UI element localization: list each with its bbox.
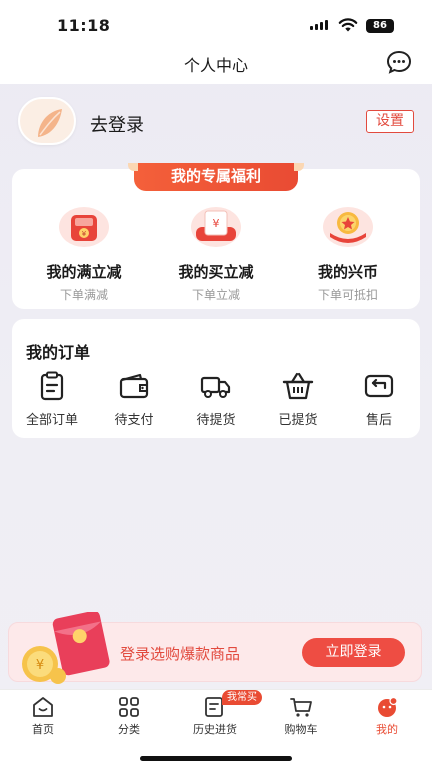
tab-cart[interactable]: 购物车 (266, 696, 336, 737)
welfare-title: 我的满立减 (46, 263, 122, 281)
order-unpaid[interactable]: 待支付 (94, 371, 174, 428)
wifi-icon (338, 18, 358, 32)
order-label: 待支付 (114, 413, 154, 428)
basket-icon (282, 372, 314, 400)
cart-icon (290, 698, 312, 717)
clipboard-icon (40, 371, 64, 401)
battery-icon: 86 (366, 19, 394, 33)
login-now-button[interactable]: 立即登录 (302, 638, 405, 667)
tab-label: 分类 (118, 723, 140, 736)
coin-icon (323, 207, 373, 247)
svg-text:¥: ¥ (36, 658, 44, 673)
truck-icon (200, 376, 231, 398)
order-after-sales[interactable]: 售后 (339, 371, 419, 428)
order-pending-pickup[interactable]: 待提货 (176, 371, 256, 428)
tab-label: 首页 (32, 723, 54, 736)
settings-button[interactable]: 设置 (366, 110, 414, 133)
svg-text:¥: ¥ (213, 217, 220, 230)
order-label: 全部订单 (25, 413, 78, 428)
tab-profile[interactable]: 我的 (352, 696, 422, 737)
welfare-subtitle: 下单可抵扣 (317, 288, 378, 302)
orders-title: 我的订单 (26, 343, 91, 362)
home-indicator (140, 756, 292, 761)
wallet-icon (119, 373, 149, 399)
welfare-tag: 我的专属福利 (128, 163, 304, 191)
svg-text:¥: ¥ (82, 230, 87, 238)
return-icon (364, 374, 394, 398)
tab-label: 我的 (376, 723, 398, 736)
tab-category[interactable]: 分类 (94, 696, 164, 737)
login-link[interactable]: 去登录 (90, 111, 144, 137)
banner-text: 登录选购爆款商品 (120, 645, 241, 663)
orders-card: 我的订单 全部订单 待支付 待提货 已提货 售后 (12, 319, 420, 438)
welfare-card: 我的专属福利 ¥ 我的满立减 下单满减 ¥ 我的买立减 下单立减 我的兴币 下单… (12, 163, 420, 309)
welfare-item-coins[interactable]: 我的兴币 下单可抵扣 (278, 205, 418, 303)
nav-header: 个人中心 (0, 50, 432, 84)
frequent-buy-badge: 我常买 (222, 690, 262, 705)
instant-discount-icon: ¥ (191, 207, 241, 247)
category-icon (119, 697, 139, 717)
order-picked-up[interactable]: 已提货 (258, 371, 338, 428)
page-title: 个人中心 (183, 56, 248, 75)
order-all[interactable]: 全部订单 (12, 371, 92, 428)
leaf-avatar-icon (38, 109, 62, 137)
message-icon[interactable] (386, 50, 412, 74)
welfare-title: 我的兴币 (317, 263, 378, 281)
tab-label: 购物车 (284, 723, 318, 736)
welfare-subtitle: 下单立减 (191, 288, 240, 302)
home-icon (33, 697, 53, 717)
status-bar: 11:18 86 (0, 0, 432, 50)
welfare-item-instant-discount[interactable]: ¥ 我的买立减 下单立减 (146, 205, 286, 303)
order-label: 待提货 (196, 413, 236, 428)
welfare-item-full-discount[interactable]: ¥ 我的满立减 下单满减 (14, 205, 154, 303)
red-envelope-icon: ¥ (22, 612, 110, 684)
profile-icon (378, 696, 398, 717)
order-label: 已提货 (278, 413, 318, 428)
welfare-title: 我的买立减 (178, 263, 254, 281)
status-time: 11:18 (57, 16, 111, 35)
cellular-signal-icon (310, 20, 328, 30)
order-label: 售后 (365, 413, 392, 428)
tab-home[interactable]: 首页 (8, 696, 78, 737)
welfare-subtitle: 下单满减 (59, 288, 108, 302)
full-discount-icon: ¥ (59, 207, 109, 247)
tab-label: 历史进货 (193, 723, 237, 736)
avatar[interactable] (18, 97, 76, 145)
